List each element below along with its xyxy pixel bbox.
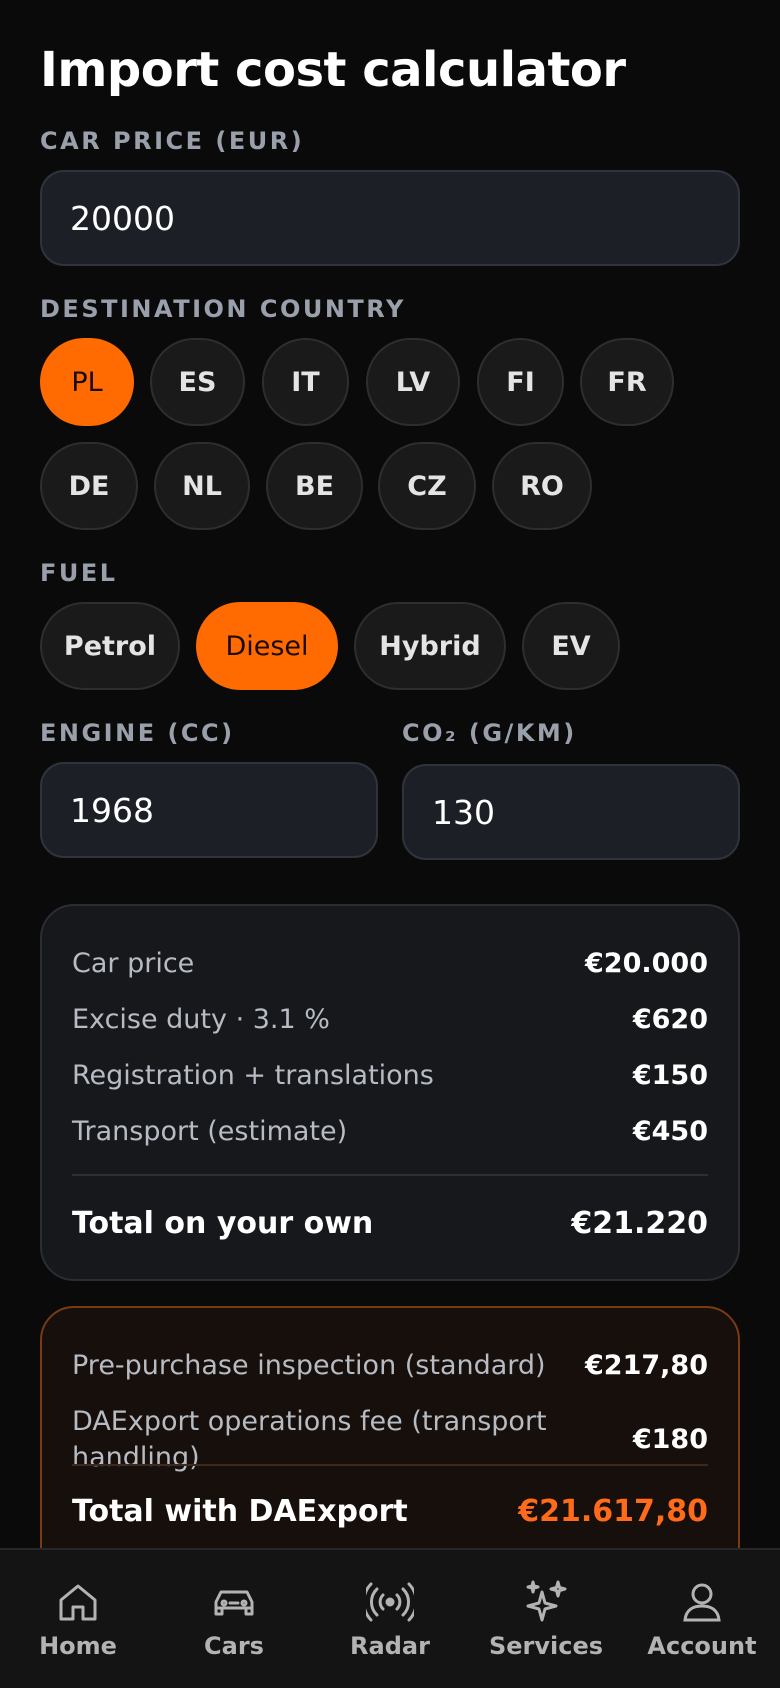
co2-value: 130 — [432, 792, 495, 832]
engine-input[interactable]: 1968 — [40, 762, 378, 858]
total-daexport-row: Total with DAExport €21.617,80 — [72, 1494, 708, 1529]
divider — [72, 1174, 708, 1176]
radar-icon — [366, 1582, 414, 1622]
country-chip-fi[interactable]: FI — [477, 338, 564, 426]
country-chip-pl[interactable]: PL — [40, 338, 134, 426]
user-icon — [683, 1583, 721, 1622]
co2-label: CO₂ (G/KM) — [402, 719, 577, 747]
fuel-chip-petrol[interactable]: Petrol — [40, 602, 180, 690]
page-title: Import cost calculator — [40, 42, 626, 98]
cost-row-excise-duty: Excise duty · 3.1 % €620 — [72, 1004, 708, 1035]
nav-item-radar[interactable]: Radar — [312, 1550, 468, 1688]
engine-value: 1968 — [70, 790, 154, 830]
car-icon — [214, 1590, 254, 1616]
import-cost-calculator-screen: Import cost calculator CAR PRICE (EUR) 2… — [0, 0, 780, 1688]
engine-label: ENGINE (CC) — [40, 719, 235, 747]
cost-row-car-price: Car price €20.000 — [72, 948, 708, 979]
bottom-navigation: Home Cars Radar Services Account — [0, 1548, 780, 1688]
cost-row-transport: Transport (estimate) €450 — [72, 1116, 708, 1147]
country-chip-de[interactable]: DE — [40, 442, 138, 530]
divider — [72, 1464, 708, 1466]
car-price-label: CAR PRICE (EUR) — [40, 127, 305, 155]
destination-country-label: DESTINATION COUNTRY — [40, 295, 406, 323]
country-chip-es[interactable]: ES — [150, 338, 245, 426]
fuel-chip-diesel[interactable]: Diesel — [196, 602, 338, 690]
country-chip-lv[interactable]: LV — [366, 338, 460, 426]
country-chip-ro[interactable]: RO — [492, 442, 592, 530]
country-chip-nl[interactable]: NL — [154, 442, 250, 530]
nav-item-home[interactable]: Home — [0, 1550, 156, 1688]
country-chip-cz[interactable]: CZ — [378, 442, 476, 530]
nav-item-services[interactable]: Services — [468, 1550, 624, 1688]
cost-row-registration: Registration + translations €150 — [72, 1060, 708, 1091]
nav-item-account[interactable]: Account — [624, 1550, 780, 1688]
fuel-label: FUEL — [40, 559, 118, 587]
sparkles-icon — [526, 1580, 567, 1622]
fuel-chip-hybrid[interactable]: Hybrid — [354, 602, 506, 690]
country-chip-fr[interactable]: FR — [580, 338, 674, 426]
car-price-value: 20000 — [70, 198, 175, 238]
country-chip-be[interactable]: BE — [266, 442, 363, 530]
total-own-row: Total on your own €21.220 — [72, 1206, 708, 1241]
fuel-chip-ev[interactable]: EV — [522, 602, 620, 690]
own-cost-card: Car price €20.000 Excise duty · 3.1 % €6… — [40, 904, 740, 1281]
home-icon — [59, 1584, 97, 1621]
co2-input[interactable]: 130 — [402, 764, 740, 860]
cost-row-inspection: Pre-purchase inspection (standard) €217,… — [72, 1350, 708, 1381]
car-price-input[interactable]: 20000 — [40, 170, 740, 266]
country-chip-it[interactable]: IT — [262, 338, 349, 426]
nav-item-cars[interactable]: Cars — [156, 1550, 312, 1688]
